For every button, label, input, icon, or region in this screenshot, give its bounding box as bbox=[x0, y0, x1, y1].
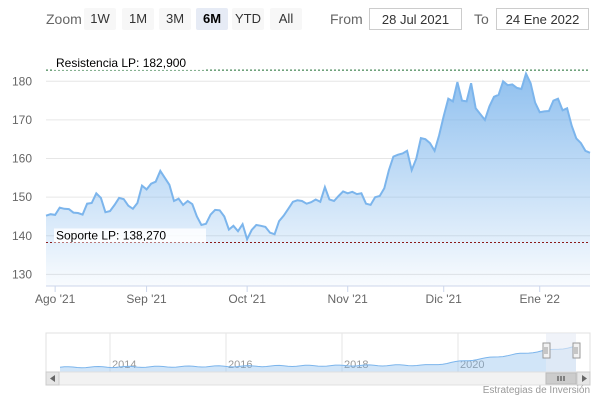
x-tick-label: Nov '21 bbox=[328, 292, 369, 306]
price-chart: 130 140 150 160 170 180 Resistencia LP: 182,9… bbox=[12, 56, 591, 386]
credits: Estrategias de Inversión bbox=[482, 385, 590, 396]
area-fill bbox=[46, 73, 590, 286]
x-tick-label: Sep '21 bbox=[126, 292, 167, 306]
annotation-label: Resistencia LP: 182,900 bbox=[56, 56, 186, 70]
y-tick-label: 180 bbox=[12, 74, 32, 88]
y-tick-label: 130 bbox=[12, 267, 32, 281]
y-tick-label: 140 bbox=[12, 229, 32, 243]
x-tick-label: Ene '22 bbox=[520, 292, 561, 306]
series-area bbox=[46, 73, 590, 286]
x-tick-label: Oct '21 bbox=[228, 292, 266, 306]
y-tick-label: 160 bbox=[12, 152, 32, 166]
y-axis: 130 140 150 160 170 180 bbox=[12, 74, 32, 281]
x-tick-label: Ago '21 bbox=[35, 292, 76, 306]
scrollbar-track[interactable] bbox=[45, 371, 591, 386]
y-tick-label: 150 bbox=[12, 190, 32, 204]
x-tick-label: Dic '21 bbox=[426, 292, 463, 306]
navigator: 2014 2016 2018 2020 bbox=[45, 332, 591, 386]
x-axis: Ago '21 Sep '21 Oct '21 Nov '21 Dic '21 Ene '… bbox=[35, 285, 590, 306]
annotation-label: Soporte LP: 138,270 bbox=[56, 228, 166, 242]
y-tick-label: 170 bbox=[12, 113, 32, 127]
